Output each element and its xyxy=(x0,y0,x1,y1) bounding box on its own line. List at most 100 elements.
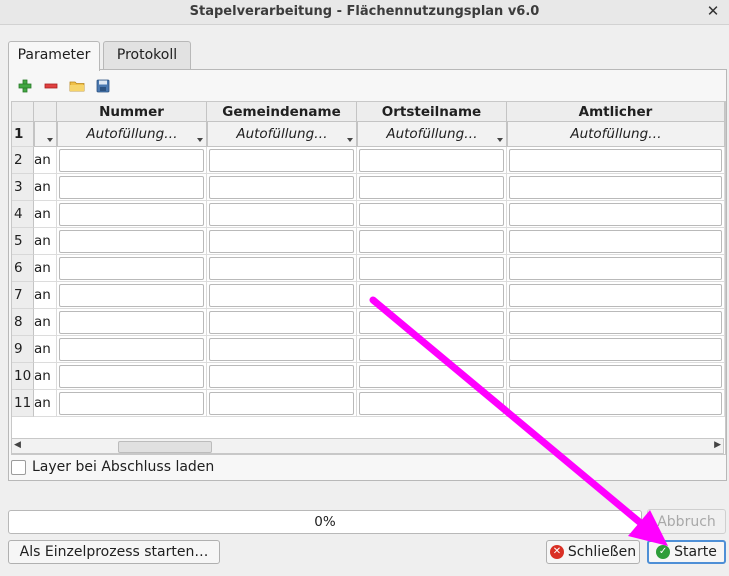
text-field[interactable] xyxy=(59,365,204,388)
load-layer-checkbox[interactable] xyxy=(11,459,26,475)
text-field[interactable] xyxy=(59,149,204,172)
row-mode-cell[interactable]: an xyxy=(34,174,57,201)
row-mode-cell[interactable]: an xyxy=(34,147,57,174)
table-cell-input[interactable] xyxy=(207,174,357,201)
table-cell-input[interactable] xyxy=(207,390,357,417)
table-cell-input[interactable] xyxy=(507,147,725,174)
text-field[interactable] xyxy=(59,284,204,307)
table-cell-input[interactable] xyxy=(207,363,357,390)
row-mode-cell[interactable]: an xyxy=(34,390,57,417)
text-field[interactable] xyxy=(509,392,722,415)
horizontal-scrollbar[interactable]: ◀ ▶ xyxy=(11,438,724,454)
table-cell-input[interactable] xyxy=(357,336,507,363)
text-field[interactable] xyxy=(509,203,722,226)
table-cell-input[interactable] xyxy=(507,363,725,390)
text-field[interactable] xyxy=(509,365,722,388)
text-field[interactable] xyxy=(59,176,204,199)
text-field[interactable] xyxy=(359,284,504,307)
table-cell-input[interactable] xyxy=(207,201,357,228)
text-field[interactable] xyxy=(209,365,354,388)
text-field[interactable] xyxy=(59,203,204,226)
load-layer-checkbox-row[interactable]: Layer bei Abschluss laden xyxy=(11,459,214,475)
text-field[interactable] xyxy=(209,257,354,280)
row-header[interactable]: 3 xyxy=(12,174,34,201)
text-field[interactable] xyxy=(209,338,354,361)
row-mode-cell[interactable]: an xyxy=(34,363,57,390)
table-cell-input[interactable] xyxy=(507,255,725,282)
abort-button[interactable]: Abbruch xyxy=(647,509,726,534)
scrollbar-thumb[interactable] xyxy=(118,441,212,453)
text-field[interactable] xyxy=(209,149,354,172)
table-cell-input[interactable] xyxy=(57,147,207,174)
column-header-gemeindeschluessel[interactable]: Amtlicher Gemeindeschlüssel xyxy=(507,102,725,140)
table-cell-input[interactable] xyxy=(507,309,725,336)
column-header-ortsteilname[interactable]: Ortsteilname xyxy=(357,102,507,122)
tab-protokoll[interactable]: Protokoll xyxy=(103,41,191,69)
text-field[interactable] xyxy=(509,338,722,361)
text-field[interactable] xyxy=(359,365,504,388)
row-mode-cell[interactable]: an xyxy=(34,228,57,255)
text-field[interactable] xyxy=(509,284,722,307)
row-header[interactable]: 5 xyxy=(12,228,34,255)
row-header[interactable]: 6 xyxy=(12,255,34,282)
add-row-button[interactable] xyxy=(15,76,35,96)
text-field[interactable] xyxy=(59,338,204,361)
table-cell-input[interactable] xyxy=(507,336,725,363)
row-mode-cell[interactable]: an xyxy=(34,336,57,363)
row-header[interactable]: 8 xyxy=(12,309,34,336)
text-field[interactable] xyxy=(209,311,354,334)
table-cell-input[interactable] xyxy=(207,228,357,255)
table-cell-input[interactable] xyxy=(57,228,207,255)
text-field[interactable] xyxy=(359,176,504,199)
table-cell-input[interactable] xyxy=(357,174,507,201)
text-field[interactable] xyxy=(359,257,504,280)
autofill-dropdown-gemeindeschluessel[interactable]: Autofüllung… xyxy=(507,122,725,147)
row-mode-cell[interactable]: an xyxy=(34,201,57,228)
remove-row-button[interactable] xyxy=(41,76,61,96)
start-button[interactable]: ✓ Starte xyxy=(647,540,726,564)
scroll-left-icon[interactable]: ◀ xyxy=(14,440,21,450)
row-header[interactable]: 9 xyxy=(12,336,34,363)
table-cell-input[interactable] xyxy=(357,255,507,282)
row-header[interactable]: 11 xyxy=(12,390,34,417)
text-field[interactable] xyxy=(359,230,504,253)
column-header-nummer[interactable]: Nummer xyxy=(57,102,207,122)
text-field[interactable] xyxy=(509,176,722,199)
text-field[interactable] xyxy=(509,230,722,253)
table-cell-input[interactable] xyxy=(57,201,207,228)
scroll-right-icon[interactable]: ▶ xyxy=(714,440,721,450)
text-field[interactable] xyxy=(209,392,354,415)
table-cell-input[interactable] xyxy=(357,228,507,255)
autofill-mode-dropdown[interactable] xyxy=(34,122,57,147)
row-header[interactable]: 2 xyxy=(12,147,34,174)
table-cell-input[interactable] xyxy=(207,309,357,336)
table-cell-input[interactable] xyxy=(57,174,207,201)
table-cell-input[interactable] xyxy=(57,255,207,282)
row-header[interactable]: 10 xyxy=(12,363,34,390)
text-field[interactable] xyxy=(209,176,354,199)
text-field[interactable] xyxy=(59,230,204,253)
autofill-dropdown-gemeindename[interactable]: Autofüllung… xyxy=(207,122,357,147)
text-field[interactable] xyxy=(209,230,354,253)
table-cell-input[interactable] xyxy=(57,282,207,309)
table-cell-input[interactable] xyxy=(357,147,507,174)
open-folder-button[interactable] xyxy=(67,76,87,96)
save-button[interactable] xyxy=(93,76,113,96)
close-button[interactable]: ✕ Schließen xyxy=(546,540,640,564)
table-cell-input[interactable] xyxy=(357,201,507,228)
text-field[interactable] xyxy=(509,311,722,334)
table-cell-input[interactable] xyxy=(207,147,357,174)
row-mode-cell[interactable]: an xyxy=(34,255,57,282)
close-window-icon[interactable]: ✕ xyxy=(703,1,723,21)
table-cell-input[interactable] xyxy=(57,390,207,417)
run-single-process-button[interactable]: Als Einzelprozess starten… xyxy=(8,540,220,564)
row-mode-cell[interactable]: an xyxy=(34,309,57,336)
autofill-dropdown-ortsteilname[interactable]: Autofüllung… xyxy=(357,122,507,147)
row-header[interactable]: 4 xyxy=(12,201,34,228)
text-field[interactable] xyxy=(359,149,504,172)
table-cell-input[interactable] xyxy=(57,336,207,363)
tab-parameter[interactable]: Parameter xyxy=(8,41,100,71)
text-field[interactable] xyxy=(59,311,204,334)
table-cell-input[interactable] xyxy=(357,309,507,336)
table-cell-input[interactable] xyxy=(57,363,207,390)
